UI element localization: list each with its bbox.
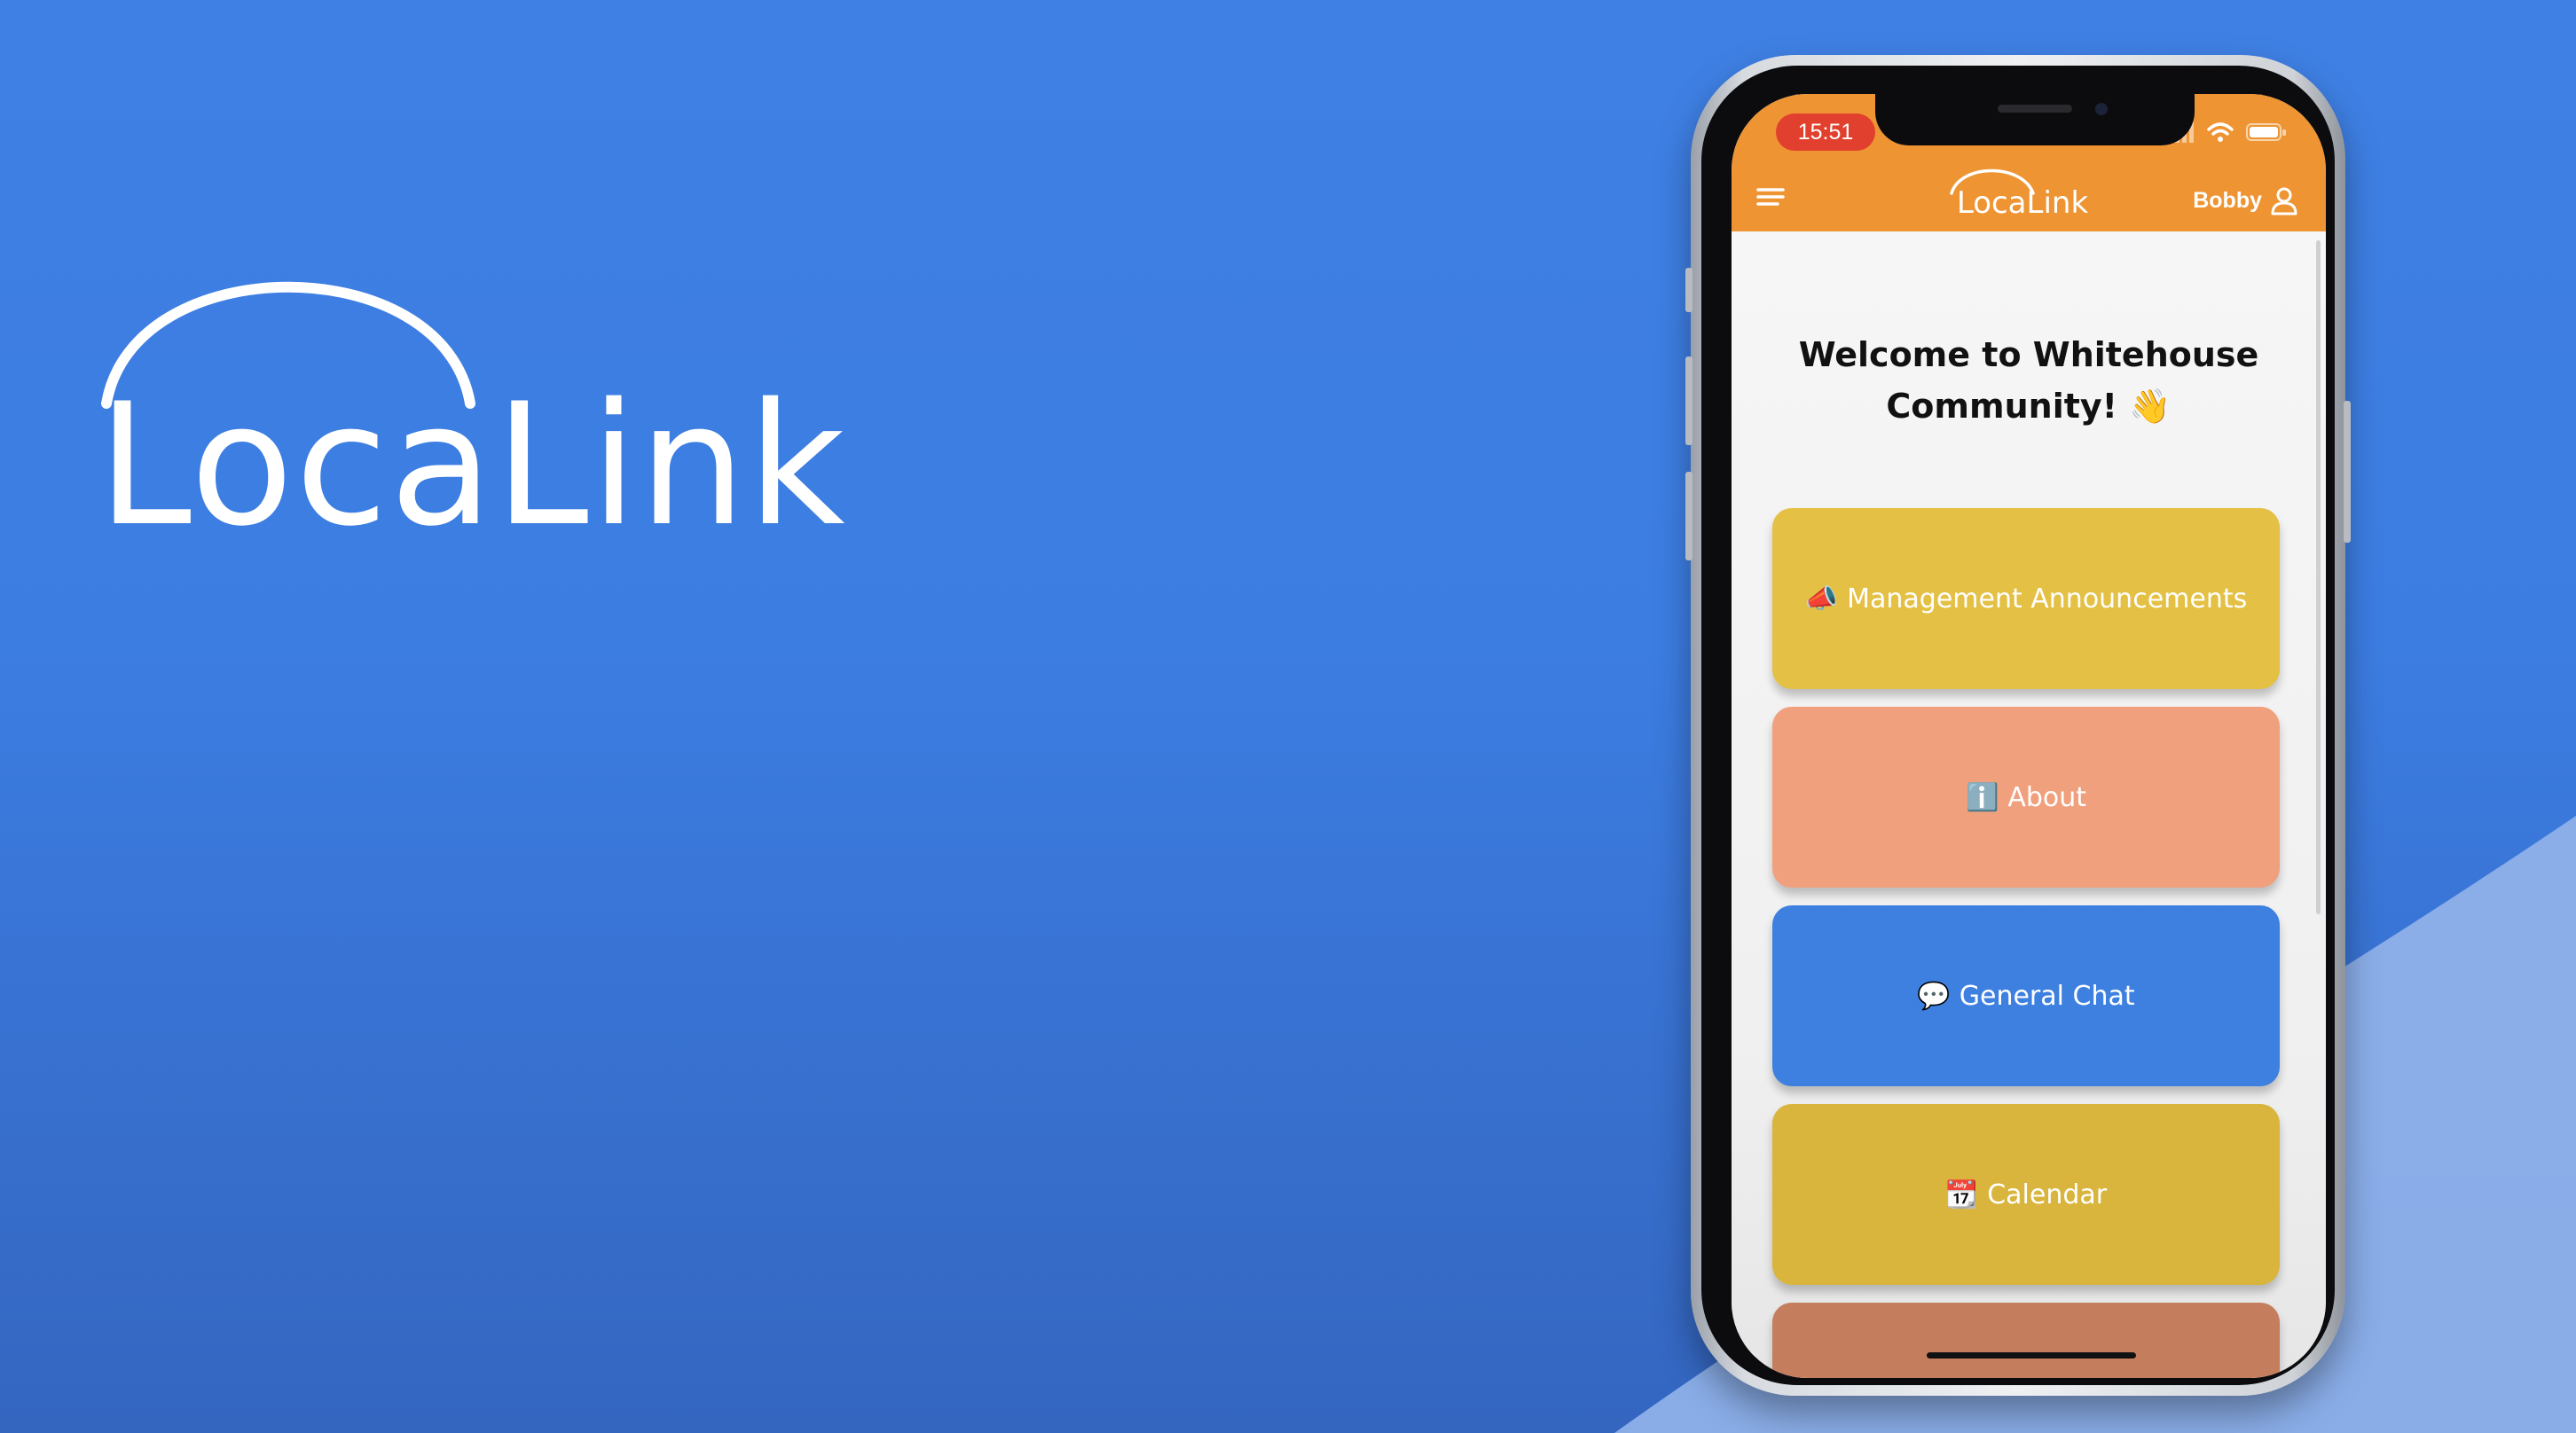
phone-side-button	[1685, 268, 1692, 312]
hamburger-menu-icon	[1756, 188, 1785, 206]
phone-bezel: 15:51 LocaLink Bobby Welcome to Whitehou…	[1701, 66, 2335, 1385]
megaphone-icon: 📣	[1804, 583, 1839, 615]
status-time: 15:51	[1776, 114, 1875, 151]
phone-notch	[1875, 94, 2195, 145]
home-indicator[interactable]	[1927, 1352, 2136, 1359]
home-content[interactable]: Welcome to Whitehouse Community! 👋 📣 Man…	[1732, 231, 2326, 1378]
tile-general-chat[interactable]: 💬 General Chat	[1772, 905, 2280, 1086]
tile-calendar[interactable]: 📆 Calendar	[1772, 1104, 2280, 1285]
welcome-line-2: Community! 👋	[1886, 387, 2172, 426]
user-name: Bobby	[2193, 187, 2262, 213]
phone-side-button	[1685, 472, 1692, 560]
speech-bubble-icon: 💬	[1917, 980, 1951, 1012]
scrollbar[interactable]	[2316, 240, 2321, 914]
calendar-icon: 📆	[1944, 1179, 1979, 1210]
tile-management-announcements[interactable]: 📣 Management Announcements	[1772, 508, 2280, 689]
phone-screen: 15:51 LocaLink Bobby Welcome to Whitehou…	[1732, 94, 2326, 1378]
phone-side-button	[2344, 401, 2351, 543]
user-profile-button[interactable]: Bobby	[2193, 183, 2299, 218]
tile-label: General Chat	[1959, 980, 2135, 1012]
user-icon	[2271, 187, 2297, 215]
tile-label: Calendar	[1987, 1179, 2108, 1210]
info-icon: ℹ️	[1965, 781, 1999, 813]
front-camera	[2095, 103, 2108, 115]
welcome-heading: Welcome to Whitehouse Community! 👋	[1767, 329, 2290, 432]
speaker-grille	[1998, 105, 2072, 113]
welcome-line-1: Welcome to Whitehouse	[1798, 335, 2259, 374]
tile-label: Management Announcements	[1847, 583, 2248, 615]
tile-about[interactable]: ℹ️ About	[1772, 707, 2280, 888]
app-logo-text: LocaLink	[1956, 185, 2089, 221]
app-logo[interactable]: LocaLink	[1934, 161, 2111, 223]
menu-button[interactable]	[1753, 179, 1788, 215]
tile-label: About	[2007, 781, 2087, 813]
tile-partial[interactable]	[1772, 1303, 2280, 1378]
battery-icon	[2246, 123, 2286, 141]
phone-frame: 15:51 LocaLink Bobby Welcome to Whitehou…	[1685, 55, 2351, 1396]
wifi-icon	[2207, 122, 2234, 142]
phone-side-button	[1685, 356, 1692, 445]
brand-name: LocaLink	[98, 367, 847, 563]
brand-logo: LocaLink	[98, 275, 845, 550]
